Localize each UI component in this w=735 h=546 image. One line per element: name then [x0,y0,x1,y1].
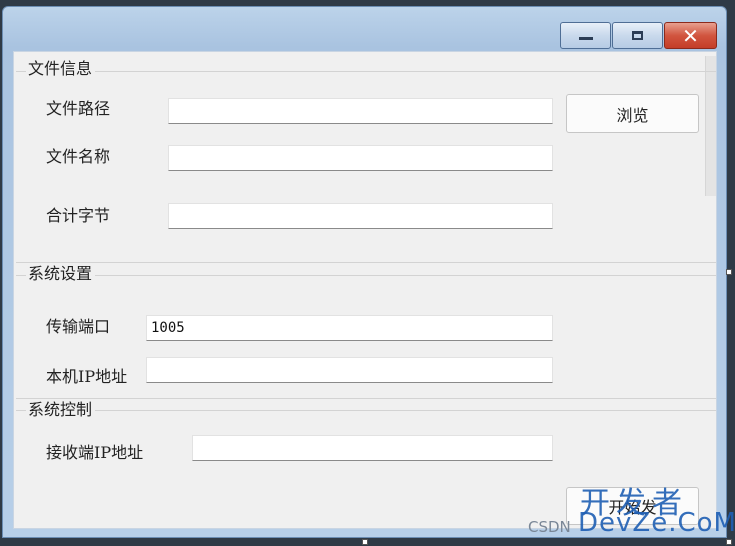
port-input[interactable] [146,315,553,341]
app-window: ✕ 文件信息 文件路径 浏览 文件名称 合计字节 系统设置 传输端口 本机IP地… [2,6,727,538]
close-button[interactable]: ✕ [664,22,717,49]
file-path-input[interactable] [168,98,553,124]
close-icon: ✕ [682,23,699,48]
system-control-group-line [16,410,716,411]
minimize-button[interactable] [560,22,611,49]
file-info-group-title: 文件信息 [26,59,96,79]
vertical-scrollbar[interactable] [705,56,716,196]
system-settings-group-title: 系统设置 [26,264,96,284]
maximize-icon [632,31,643,40]
devze-watermark-bottom: DevZe.CoM [578,508,735,538]
total-bytes-input[interactable] [168,203,553,229]
csdn-watermark: CSDN [528,518,571,536]
port-label: 传输端口 [46,317,111,336]
total-bytes-label: 合计字节 [46,206,111,225]
file-path-label: 文件路径 [46,99,111,118]
system-settings-group-line [16,275,716,276]
receiver-ip-label: 接收端IP地址 [46,443,144,462]
resize-handle-corner[interactable] [726,539,732,545]
maximize-button[interactable] [612,22,663,49]
resize-handle-bottom[interactable] [362,539,368,545]
system-settings-top-border [16,262,716,263]
receiver-ip-input[interactable] [192,435,553,461]
system-control-top-border [16,398,716,399]
minimize-icon [578,37,593,40]
file-name-input[interactable] [168,145,553,171]
browse-button[interactable]: 浏览 [566,94,699,133]
local-ip-input[interactable] [146,357,553,383]
title-bar[interactable]: ✕ [3,7,726,49]
form-client-area: 文件信息 文件路径 浏览 文件名称 合计字节 系统设置 传输端口 本机IP地址 … [13,51,717,529]
file-name-label: 文件名称 [46,147,111,166]
resize-handle-right[interactable] [726,269,732,275]
file-info-group-line [16,71,716,72]
local-ip-label: 本机IP地址 [46,367,128,386]
system-control-group-title: 系统控制 [26,400,96,420]
